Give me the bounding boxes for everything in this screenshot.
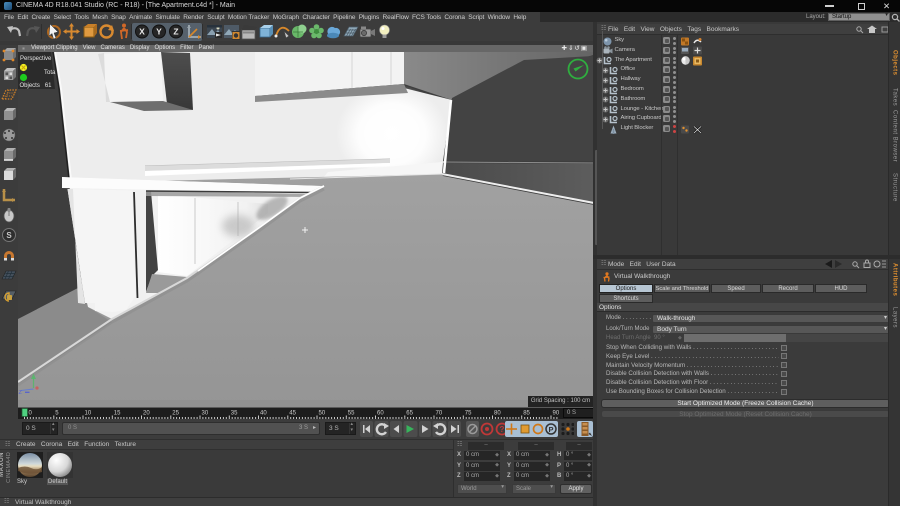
svg-text:35: 35 (231, 411, 238, 417)
svg-text:60: 60 (377, 411, 384, 417)
svg-text:10: 10 (85, 411, 92, 417)
svg-text:▬: ▬ (25, 389, 30, 394)
svg-text:Perspective: Perspective (20, 56, 52, 62)
svg-text:X: X (139, 27, 145, 37)
svg-text:Tota: Tota (44, 70, 56, 76)
svg-text:50: 50 (319, 411, 326, 417)
svg-text:80: 80 (494, 411, 501, 417)
svg-text:20: 20 (143, 411, 150, 417)
svg-text:45: 45 (289, 411, 296, 417)
svg-text:85: 85 (523, 411, 530, 417)
svg-text:?: ? (500, 425, 505, 434)
svg-text:70: 70 (436, 411, 443, 417)
svg-text:15: 15 (114, 411, 121, 417)
svg-text:Z: Z (173, 27, 178, 37)
svg-text:30: 30 (202, 411, 209, 417)
svg-text:55: 55 (348, 411, 355, 417)
svg-text:90: 90 (553, 411, 560, 417)
svg-text:Y: Y (156, 27, 162, 37)
svg-text:40: 40 (260, 411, 267, 417)
svg-text:Objects 61: Objects 61 (20, 83, 53, 89)
svg-text:0: 0 (29, 411, 33, 417)
svg-text:65: 65 (406, 411, 413, 417)
svg-text:25: 25 (172, 411, 179, 417)
svg-text:S: S (6, 231, 12, 240)
svg-text:5: 5 (55, 411, 59, 417)
svg-text:P: P (548, 425, 553, 434)
svg-text:75: 75 (465, 411, 472, 417)
